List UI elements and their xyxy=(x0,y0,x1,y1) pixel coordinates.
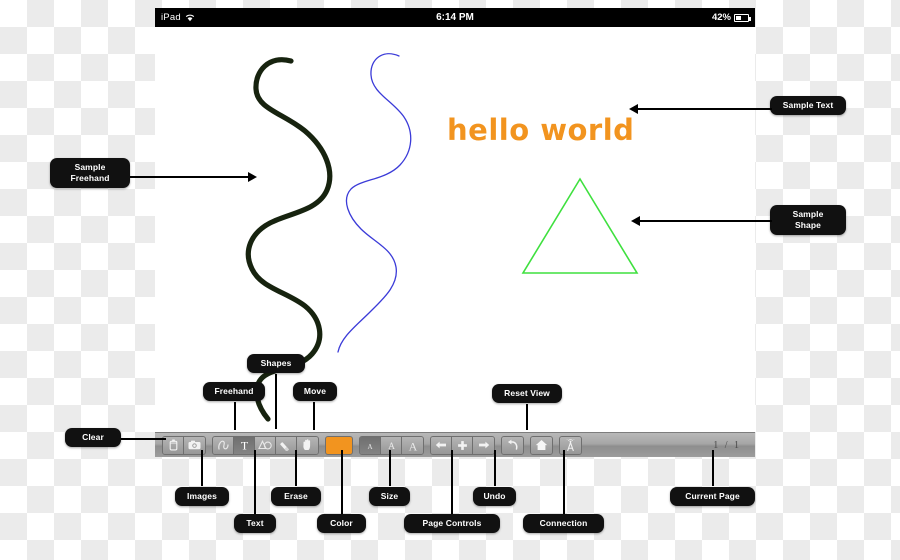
antenna-icon xyxy=(566,438,575,451)
callout-color: Color xyxy=(317,514,366,533)
callout-clear: Clear xyxy=(65,428,121,447)
shapes-tool[interactable] xyxy=(255,436,276,454)
leader-freehand xyxy=(234,402,236,430)
undo-group xyxy=(501,435,524,455)
callout-freehand: Freehand xyxy=(203,382,265,401)
callout-sample-shape: Sample Shape xyxy=(770,205,846,235)
svg-text:A: A xyxy=(408,439,417,452)
drawing-canvas[interactable]: hello world xyxy=(155,27,755,432)
leader-color xyxy=(341,450,343,514)
size-small[interactable]: A xyxy=(360,436,381,454)
squiggle-icon xyxy=(217,440,229,450)
arrowhead-sample-text xyxy=(629,104,638,114)
callout-reset-view: Reset View xyxy=(492,384,562,403)
A-small-icon: A xyxy=(367,443,372,451)
text-T-icon: T xyxy=(240,439,248,451)
text-tool[interactable]: T xyxy=(234,436,255,454)
move-tool[interactable] xyxy=(297,436,318,454)
leader-undo xyxy=(494,450,496,486)
A-large-icon: A xyxy=(408,439,417,452)
camera-icon xyxy=(188,440,201,450)
leader-current-page xyxy=(712,450,714,486)
arrow-right-icon xyxy=(478,441,489,449)
leader-size xyxy=(389,450,391,486)
page-indicator: 1 / 1 xyxy=(713,439,741,451)
battery-percent-label: 42% xyxy=(711,12,731,23)
reset-view-button[interactable] xyxy=(531,436,552,454)
leader-clear xyxy=(121,438,166,440)
file-group xyxy=(162,435,206,455)
size-large[interactable]: A xyxy=(402,436,423,454)
page-next[interactable] xyxy=(473,436,494,454)
callout-text: Text xyxy=(234,514,276,533)
leader-move xyxy=(313,402,315,430)
shapes-icon xyxy=(258,439,272,449)
A-medium-icon: A xyxy=(388,442,395,451)
freehand-stroke-blue xyxy=(337,53,412,353)
svg-text:T: T xyxy=(240,439,248,451)
page-add[interactable] xyxy=(452,436,473,454)
plus-icon xyxy=(457,440,467,450)
callout-move: Move xyxy=(293,382,337,401)
status-bar-right: 42% xyxy=(711,8,751,27)
leader-images xyxy=(201,450,203,486)
leader-page-controls xyxy=(451,450,453,514)
app-toolbar: T A A A 1 / 1 xyxy=(155,432,755,457)
leader-sample-freehand xyxy=(130,176,250,178)
color-swatch[interactable] xyxy=(325,435,353,455)
leader-shapes xyxy=(275,374,277,429)
triangle-shape xyxy=(521,177,639,274)
canvas-artwork xyxy=(245,53,639,422)
callout-undo: Undo xyxy=(473,487,516,506)
screenshot-root: iPad 6:14 PM 42% hello world T A A A 1 /… xyxy=(0,0,900,560)
size-medium[interactable]: A xyxy=(381,436,402,454)
leader-connection xyxy=(563,450,565,514)
callout-sample-text: Sample Text xyxy=(770,96,846,115)
arrow-left-icon xyxy=(435,441,446,449)
callout-images: Images xyxy=(175,487,229,506)
erase-tool[interactable] xyxy=(276,436,297,454)
callout-current-page: Current Page xyxy=(670,487,755,506)
leader-erase xyxy=(295,450,297,486)
hand-icon xyxy=(302,439,310,450)
callout-connection: Connection xyxy=(523,514,604,533)
battery-icon xyxy=(734,13,751,22)
callout-erase: Erase xyxy=(271,487,321,506)
callout-page-controls: Page Controls xyxy=(404,514,500,533)
leader-sample-shape xyxy=(640,220,772,222)
callout-sample-freehand: Sample Freehand xyxy=(50,158,130,188)
trash-icon xyxy=(169,439,177,451)
home-icon xyxy=(535,440,548,450)
svg-text:A: A xyxy=(367,443,372,451)
freehand-tool[interactable] xyxy=(213,436,234,454)
status-bar: iPad 6:14 PM 42% xyxy=(155,8,755,27)
leader-sample-text xyxy=(638,108,772,110)
size-group: A A A xyxy=(359,435,424,455)
eraser-icon xyxy=(279,442,289,451)
arrowhead-sample-shape xyxy=(631,216,640,226)
status-bar-time: 6:14 PM xyxy=(436,12,474,23)
clear-button[interactable] xyxy=(163,436,184,454)
callout-size: Size xyxy=(369,487,410,506)
leader-text xyxy=(254,450,256,514)
callout-shapes: Shapes xyxy=(247,354,305,373)
leader-reset-view xyxy=(526,404,528,430)
undo-button[interactable] xyxy=(502,436,523,454)
canvas-text-object[interactable]: hello world xyxy=(447,113,634,147)
page-controls-group xyxy=(430,435,495,455)
undo-arrow-icon xyxy=(508,439,518,450)
tools-group: T xyxy=(212,435,319,455)
page-previous[interactable] xyxy=(431,436,452,454)
reset-view-group xyxy=(530,435,553,455)
arrowhead-sample-freehand xyxy=(248,172,257,182)
